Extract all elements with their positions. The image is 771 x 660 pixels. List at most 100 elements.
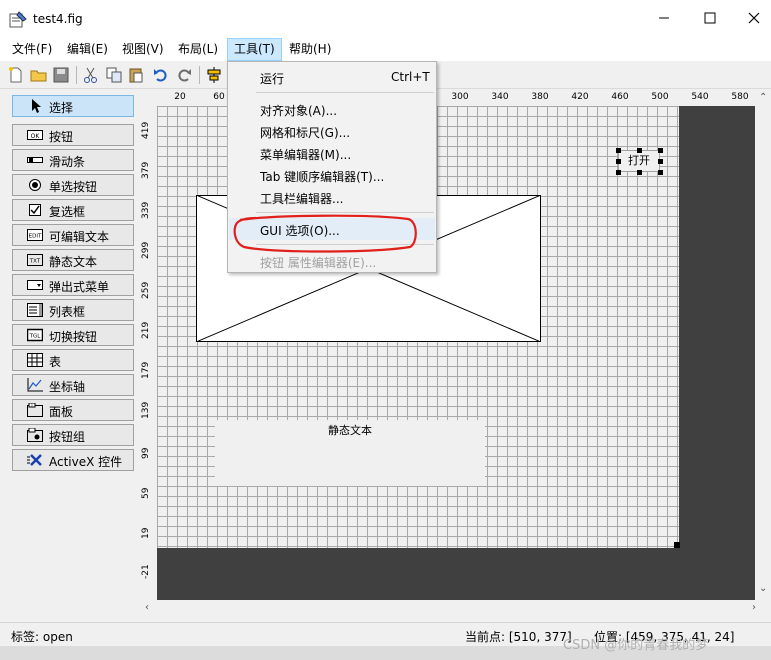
menu-item-menu-editor[interactable]: 菜单编辑器(M)... xyxy=(229,142,435,164)
ruler-tick-label: 20 xyxy=(174,92,186,102)
menu-layout[interactable]: 布局(L) xyxy=(172,38,224,61)
static-text-icon: TXT xyxy=(27,254,43,266)
ruler-tick-label: 540 xyxy=(691,92,709,102)
ruler-tick-label: 339 xyxy=(141,201,151,219)
menu-tools[interactable]: 工具(T) xyxy=(227,38,282,61)
ruler-tick-label: -21 xyxy=(141,564,151,579)
menu-item-run[interactable]: 运行 Ctrl+T xyxy=(229,66,435,88)
palette-item-popup-menu[interactable]: 弹出式菜单 xyxy=(12,274,134,296)
palette-item-static-text[interactable]: TXT 静态文本 xyxy=(12,249,134,271)
minimize-icon[interactable] xyxy=(656,10,672,26)
new-file-icon[interactable] xyxy=(7,66,25,84)
menu-view[interactable]: 视图(V) xyxy=(116,38,170,61)
palette-item-activex[interactable]: ActiveX 控件 xyxy=(12,449,134,471)
menu-item-align-objects[interactable]: 对齐对象(A)... xyxy=(229,98,435,120)
menu-item-label: 运行 xyxy=(260,72,285,86)
selection-handle[interactable] xyxy=(658,148,663,153)
undo-icon[interactable] xyxy=(152,66,170,84)
close-icon[interactable] xyxy=(746,10,762,26)
selection-handle[interactable] xyxy=(658,170,663,175)
svg-text:TXT: TXT xyxy=(29,259,41,265)
align-icon[interactable] xyxy=(205,66,223,84)
paste-icon[interactable] xyxy=(127,66,145,84)
palette-item-slider[interactable]: 滑动条 xyxy=(12,149,134,171)
selection-handle[interactable] xyxy=(616,159,621,164)
palette-label: 按钮组 xyxy=(49,430,86,444)
palette-item-radio[interactable]: 单选按钮 xyxy=(12,174,134,196)
selection-handle[interactable] xyxy=(658,159,663,164)
menu-item-toolbar-editor[interactable]: 工具栏编辑器... xyxy=(229,186,435,208)
maximize-icon[interactable] xyxy=(702,10,718,26)
ruler-tick-label: 500 xyxy=(651,92,669,102)
axes-icon xyxy=(27,378,43,392)
palette-label: 单选按钮 xyxy=(49,180,98,194)
palette-item-panel[interactable]: T 面板 xyxy=(12,399,134,421)
radio-button-icon xyxy=(29,179,41,191)
menu-item-tab-order-editor[interactable]: Tab 键顺序编辑器(T)... xyxy=(229,164,435,186)
palette-item-table[interactable]: 表 xyxy=(12,349,134,371)
scroll-right-icon[interactable]: › xyxy=(752,602,756,613)
palette-label: 滑动条 xyxy=(49,155,86,169)
checkbox-icon xyxy=(29,204,41,216)
palette-item-listbox[interactable]: 列表框 xyxy=(12,299,134,321)
listbox-icon xyxy=(27,303,43,317)
open-button[interactable]: 打开 xyxy=(618,150,660,172)
menu-file[interactable]: 文件(F) xyxy=(6,38,58,61)
figure-resize-handle[interactable] xyxy=(674,542,680,548)
ruler-tick-label: 420 xyxy=(571,92,589,102)
watermark: CSDN @你的青春我的梦 xyxy=(563,638,709,653)
ruler-tick-label: 19 xyxy=(141,527,151,539)
palette-item-pushbutton[interactable]: OK 按钮 xyxy=(12,124,134,146)
palette-item-button-group[interactable]: 按钮组 xyxy=(12,424,134,446)
palette-item-select[interactable]: 选择 xyxy=(12,95,134,117)
palette-label: 弹出式菜单 xyxy=(49,280,110,294)
palette-item-axes[interactable]: 坐标轴 xyxy=(12,374,134,396)
menu-help[interactable]: 帮助(H) xyxy=(283,38,337,61)
menu-item-shortcut: Ctrl+T xyxy=(391,70,430,84)
selection-handle[interactable] xyxy=(637,148,642,153)
ruler-tick-label: 99 xyxy=(141,447,151,459)
palette-label: 表 xyxy=(49,355,62,369)
title-bar: test4.fig xyxy=(0,0,771,38)
cut-icon[interactable] xyxy=(82,66,100,84)
palette-item-edit-text[interactable]: EDIT 可编辑文本 xyxy=(12,224,134,246)
palette-label: 按钮 xyxy=(49,130,74,144)
fig-file-icon xyxy=(9,11,27,28)
ruler-tick-label: 219 xyxy=(141,321,151,339)
open-folder-icon[interactable] xyxy=(30,66,48,84)
arrow-select-icon xyxy=(32,99,41,113)
toggle-button-icon: TGL xyxy=(27,328,43,342)
ruler-tick-label: 59 xyxy=(141,487,151,499)
menu-item-label: 网格和标尺(G)... xyxy=(260,126,351,140)
selection-handle[interactable] xyxy=(616,170,621,175)
redo-icon[interactable] xyxy=(175,66,193,84)
window-title: test4.fig xyxy=(33,12,83,26)
palette-item-checkbox[interactable]: 复选框 xyxy=(12,199,134,221)
menu-item-grid-rulers[interactable]: 网格和标尺(G)... xyxy=(229,120,435,142)
static-text-control[interactable]: 静态文本 xyxy=(215,420,485,486)
ruler-left: 419 379 339 299 259 219 179 139 99 59 19… xyxy=(140,106,157,600)
vertical-scrollbar[interactable]: ⌃ ⌄ xyxy=(755,89,771,600)
ruler-tick-label: 340 xyxy=(491,92,509,102)
scroll-left-icon[interactable]: ‹ xyxy=(145,602,149,613)
selection-handle[interactable] xyxy=(637,170,642,175)
selection-handle[interactable] xyxy=(616,148,621,153)
menu-item-label: Tab 键顺序编辑器(T)... xyxy=(260,170,385,184)
panel-icon: T xyxy=(27,403,43,417)
menu-edit[interactable]: 编辑(E) xyxy=(61,38,114,61)
save-icon[interactable] xyxy=(52,66,70,84)
svg-text:EDIT: EDIT xyxy=(29,234,42,240)
status-current-point: 当前点: [510, 377] xyxy=(465,630,572,644)
palette-label: 坐标轴 xyxy=(49,380,86,394)
table-icon xyxy=(27,353,43,367)
palette-label: 面板 xyxy=(49,405,74,419)
static-text-label: 静态文本 xyxy=(328,424,372,437)
scroll-up-icon[interactable]: ⌃ xyxy=(759,92,767,103)
horizontal-scrollbar[interactable]: ‹ › xyxy=(140,600,771,617)
palette-item-toggle[interactable]: TGL 切换按钮 xyxy=(12,324,134,346)
copy-icon[interactable] xyxy=(105,66,123,84)
scroll-down-icon[interactable]: ⌄ xyxy=(759,583,767,594)
menu-item-label: 工具栏编辑器... xyxy=(260,192,344,206)
palette-label: 复选框 xyxy=(49,205,86,219)
ruler-tick-label: 139 xyxy=(141,401,151,419)
